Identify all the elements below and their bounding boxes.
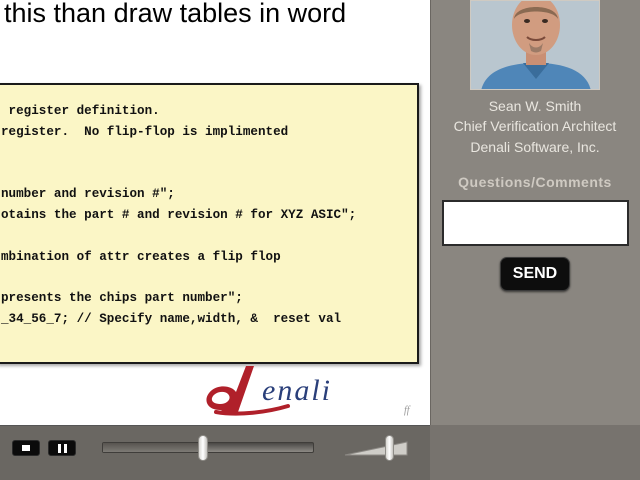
speaker-panel: Sean W. Smith Chief Verification Archite… bbox=[430, 0, 640, 480]
stop-icon bbox=[22, 445, 30, 451]
code-line: _34_56_7; // Specify name,width, & reset… bbox=[1, 312, 342, 326]
speaker-title: Chief Verification Architect bbox=[453, 118, 617, 134]
code-line: presents the chips part number"; bbox=[1, 291, 243, 305]
slide-title: this than draw tables in word bbox=[4, 0, 347, 28]
speaker-photo-image bbox=[471, 1, 599, 89]
code-line: mbination of attr creates a flip flop bbox=[1, 250, 281, 264]
slide-number: ff bbox=[404, 405, 410, 416]
seek-handle[interactable] bbox=[197, 435, 208, 461]
code-line: number and revision #"; bbox=[1, 187, 175, 201]
panel-footer bbox=[430, 425, 640, 480]
seek-progress bbox=[103, 443, 203, 452]
speaker-photo bbox=[470, 0, 600, 90]
speaker-name: Sean W. Smith bbox=[488, 98, 582, 114]
volume-slider[interactable] bbox=[343, 435, 409, 461]
volume-handle[interactable] bbox=[385, 435, 395, 461]
seek-bar[interactable] bbox=[102, 435, 314, 461]
question-input[interactable] bbox=[442, 200, 629, 246]
pause-icon-bar bbox=[64, 444, 67, 453]
denali-logo: denali enali bbox=[206, 366, 332, 416]
pause-button[interactable] bbox=[48, 440, 76, 456]
send-button[interactable]: SEND bbox=[500, 257, 570, 291]
svg-text:enali: enali bbox=[262, 374, 332, 407]
code-line: register definition. bbox=[1, 104, 160, 118]
questions-heading: Questions/Comments bbox=[458, 174, 612, 190]
code-line: otains the part # and revision # for XYZ… bbox=[1, 208, 357, 222]
speaker-company: Denali Software, Inc. bbox=[470, 139, 600, 155]
slide-view: this than draw tables in word register d… bbox=[0, 0, 430, 425]
volume-ramp bbox=[344, 441, 408, 456]
stop-button[interactable] bbox=[12, 440, 40, 456]
code-box: register definition. register. No flip-f… bbox=[0, 83, 419, 364]
code-line: register. No flip-flop is implimented bbox=[1, 125, 289, 139]
pause-icon bbox=[58, 444, 61, 453]
